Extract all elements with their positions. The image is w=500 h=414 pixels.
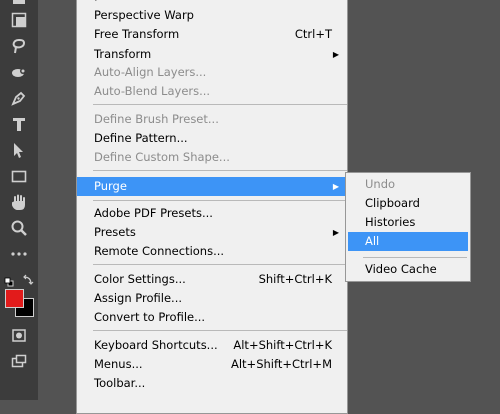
purge-submenu: Undo Clipboard Histories All Video Cache <box>345 172 471 282</box>
menu-item-label: Transform <box>94 47 152 61</box>
menu-separator <box>93 104 347 105</box>
path-selection-tool-icon[interactable] <box>5 139 33 161</box>
menu-item-define-pattern[interactable]: Define Pattern... <box>77 129 347 148</box>
more-tools-icon[interactable] <box>5 243 33 265</box>
menu-separator <box>93 330 347 331</box>
menu-item-transform[interactable]: Transform ▶ <box>77 45 347 64</box>
menu-item-label: Toolbar... <box>94 376 146 390</box>
zoom-tool-icon[interactable] <box>5 217 33 239</box>
submenu-item-label: Video Cache <box>365 262 437 276</box>
menu-item-define-custom-shape[interactable]: Define Custom Shape... <box>77 148 347 167</box>
submenu-item-label: All <box>365 234 380 248</box>
menu-item-label: Remote Connections... <box>94 244 225 258</box>
healing-brush-tool-icon[interactable] <box>5 61 33 83</box>
menu-item-label: Perspective Warp <box>94 8 194 22</box>
menu-item-assign-profile[interactable]: Assign Profile... <box>77 289 347 308</box>
menu-item-convert-to-profile[interactable]: Convert to Profile... <box>77 308 347 327</box>
menu-separator <box>93 200 347 201</box>
menu-item-label: Adobe PDF Presets... <box>94 206 213 220</box>
foreground-color-swatch[interactable] <box>5 289 24 308</box>
type-tool-icon[interactable] <box>5 113 33 135</box>
menu-separator <box>93 264 347 265</box>
menu-item-label: Assign Profile... <box>94 291 183 305</box>
menu-item-shortcut: Ctrl+T <box>294 27 332 41</box>
submenu-separator <box>363 257 467 258</box>
menu-item-shortcut: Shift+Ctrl+K <box>258 272 332 286</box>
quick-mask-icon[interactable] <box>5 324 33 346</box>
menu-item-label: Auto-Blend Layers... <box>94 84 211 98</box>
submenu-item-undo[interactable]: Undo <box>348 175 468 194</box>
submenu-item-label: Clipboard <box>365 196 420 210</box>
menu-item-free-transform[interactable]: Free Transform Ctrl+T <box>77 25 347 44</box>
submenu-item-histories[interactable]: Histories <box>348 213 468 232</box>
menu-item-color-settings[interactable]: Color Settings... Shift+Ctrl+K <box>77 270 347 289</box>
submenu-item-label: Undo <box>365 177 396 191</box>
menu-item-remote-connections[interactable]: Remote Connections... <box>77 242 347 261</box>
rectangle-tool-icon[interactable] <box>5 165 33 187</box>
menu-item-toolbar[interactable]: Toolbar... <box>77 374 347 393</box>
submenu-arrow-icon: ▶ <box>332 228 339 237</box>
menu-item-shortcut: Alt+Shift+Ctrl+K <box>233 338 332 352</box>
submenu-item-label: Histories <box>365 215 416 229</box>
menu-item-label: Keyboard Shortcuts... <box>94 338 218 352</box>
hand-tool-icon[interactable] <box>5 191 33 213</box>
submenu-arrow-icon: ▶ <box>332 50 339 59</box>
menu-item-auto-align-layers[interactable]: Auto-Align Layers... <box>77 63 347 82</box>
menu-item-adobe-pdf-presets[interactable]: Adobe PDF Presets... <box>77 204 347 223</box>
menu-item-perspective-warp[interactable]: Perspective Warp <box>77 6 347 25</box>
default-colors-icon[interactable] <box>4 272 14 287</box>
menu-item-shortcut: Alt+Shift+Ctrl+M <box>230 357 332 371</box>
submenu-item-video-cache[interactable]: Video Cache <box>348 260 468 279</box>
edit-menu: · Perspective Warp Free Transform Ctrl+T… <box>76 0 348 414</box>
menu-item-label: Define Custom Shape... <box>94 150 230 164</box>
menu-item-label: Free Transform <box>94 27 180 41</box>
canvas-area <box>38 0 76 400</box>
screen-mode-icon[interactable] <box>5 350 33 372</box>
menu-item-label: Auto-Align Layers... <box>94 65 207 79</box>
menu-item-purge[interactable]: Purge ▶ <box>77 177 347 196</box>
menu-item-label: Color Settings... <box>94 272 186 286</box>
menu-item-menus[interactable]: Menus... Alt+Shift+Ctrl+M <box>77 355 347 374</box>
lasso-tool-icon[interactable] <box>5 35 33 57</box>
submenu-item-clipboard[interactable]: Clipboard <box>348 194 468 213</box>
menu-item-presets[interactable]: Presets ▶ <box>77 223 347 242</box>
menu-item-label: Presets <box>94 225 136 239</box>
tools-panel <box>0 0 39 400</box>
menu-item-label: Convert to Profile... <box>94 310 206 324</box>
menu-item-label: Define Brush Preset... <box>94 112 219 126</box>
submenu-item-all[interactable]: All <box>348 232 468 251</box>
menu-item-label: Purge <box>94 179 127 193</box>
menu-item-define-brush-preset[interactable]: Define Brush Preset... <box>77 110 347 129</box>
menu-separator <box>93 170 347 171</box>
menu-item-label: Define Pattern... <box>94 131 188 145</box>
menu-item-keyboard-shortcuts[interactable]: Keyboard Shortcuts... Alt+Shift+Ctrl+K <box>77 336 347 355</box>
menu-item-label: Menus... <box>94 357 143 371</box>
swap-colors-icon[interactable] <box>22 271 34 285</box>
marquee-tool-icon[interactable] <box>5 9 33 31</box>
submenu-arrow-icon: ▶ <box>332 182 339 191</box>
pen-tool-icon[interactable] <box>5 87 33 109</box>
menu-item-auto-blend-layers[interactable]: Auto-Blend Layers... <box>77 82 347 101</box>
